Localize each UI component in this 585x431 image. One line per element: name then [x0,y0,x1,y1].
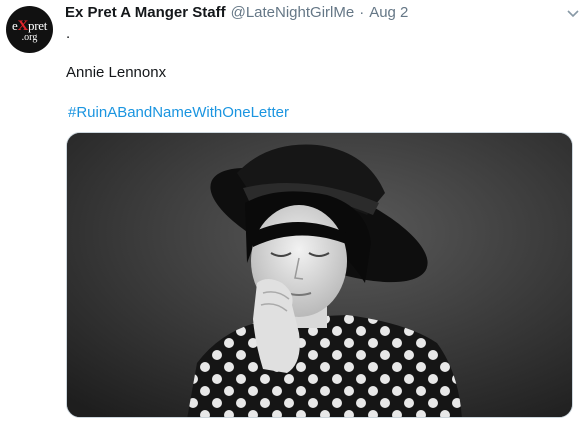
tweet-header: Ex Pret A Manger Staff @LateNightGirlMe … [65,2,575,22]
tweet-image-art [67,133,572,417]
avatar-logo: eXpret [12,17,48,33]
author-handle[interactable]: @LateNightGirlMe [231,4,355,21]
avatar-logo-suffix: pret [28,17,48,33]
tweet-text-line: Annie Lennonx [66,64,167,81]
tweet-image[interactable] [66,132,573,418]
tweet-date[interactable]: Aug 2 [369,4,408,21]
author-name[interactable]: Ex Pret A Manger Staff [65,4,226,21]
avatar-logo-sub: .org [21,31,38,43]
tweet-text: . Annie Lennonx [66,24,575,83]
chevron-down-icon[interactable] [567,6,579,18]
avatar[interactable]: eXpret .org [6,6,53,53]
hashtag-link[interactable]: #RuinABandNameWithOneLetter [68,104,289,121]
separator-dot: · [359,3,365,21]
tweet-text-line: . [66,25,71,42]
